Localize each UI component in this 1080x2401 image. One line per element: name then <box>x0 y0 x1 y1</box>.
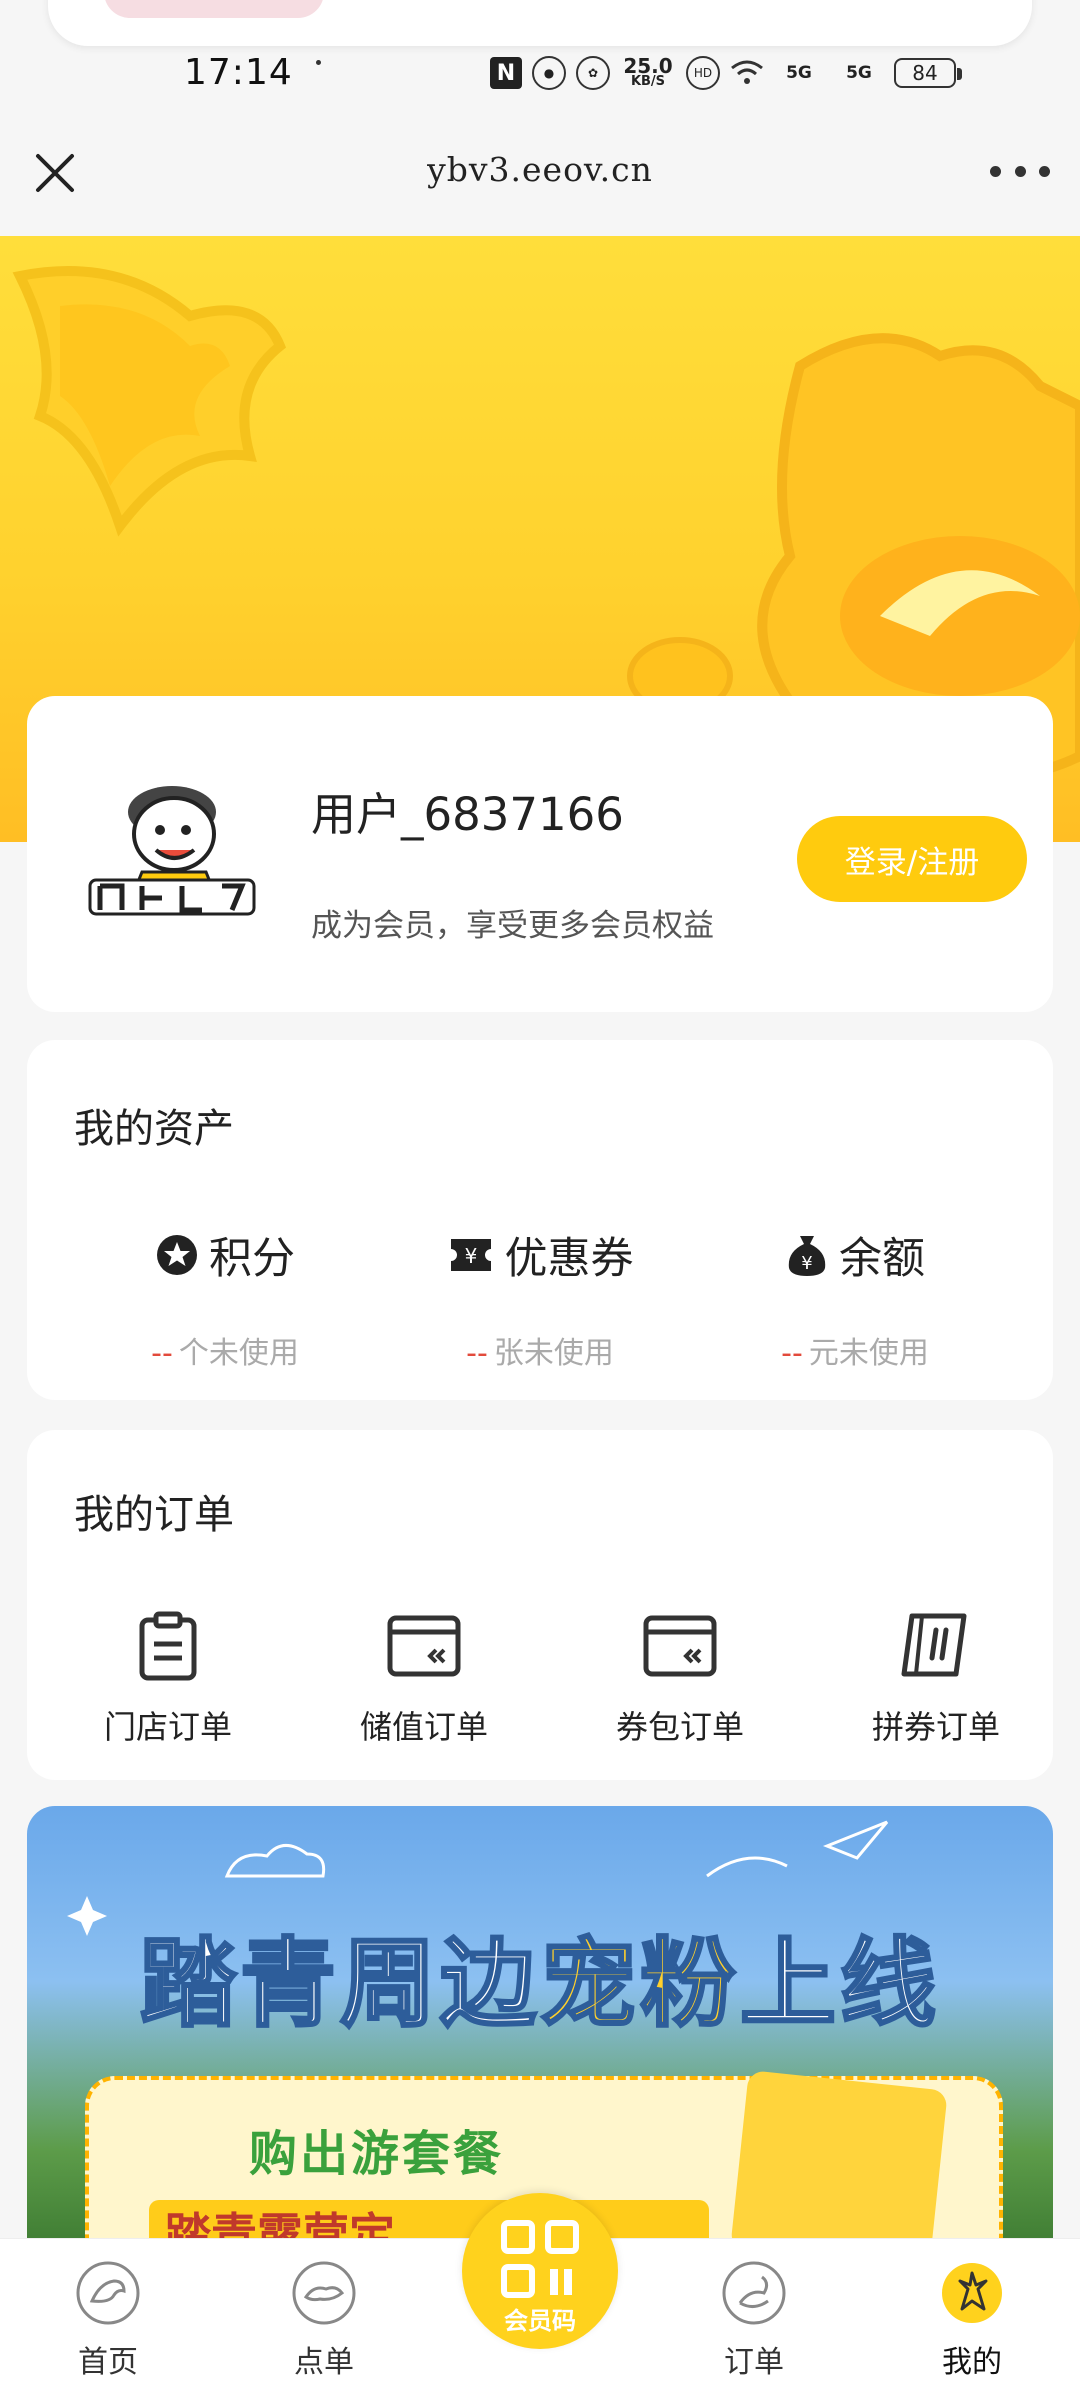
notification-pill <box>104 0 324 18</box>
bottom-tab-bar: 首页 点单 会员码 订单 我的 <box>0 2193 1080 2401</box>
profile-card: 用户_6837166 成为会员，享受更多会员权益 登录/注册 <box>27 696 1053 1012</box>
tab-orders-label: 订单 <box>724 2345 784 2380</box>
page-url: ybv3.eeov.cn <box>427 150 653 189</box>
login-register-button[interactable]: 登录/注册 <box>797 816 1027 902</box>
tab-mine-label: 我的 <box>942 2345 1002 2380</box>
promo-title-highlight: 宠粉 <box>539 1927 740 2042</box>
member-code-label: 会员码 <box>504 2307 576 2335</box>
asset-suffix-balance: 元未使用 <box>808 1336 929 1371</box>
tab-home-label: 首页 <box>78 2345 138 2380</box>
asset-suffix-coupons: 张未使用 <box>493 1336 614 1371</box>
speed-value: 25.0 <box>623 54 673 78</box>
asset-value-balance: -- <box>781 1336 803 1371</box>
battery-icon: 84 <box>894 58 962 88</box>
hd-call-icon: HD <box>686 56 720 90</box>
money-bag-icon: ¥ <box>788 1236 826 1276</box>
order-stored-value[interactable]: 储值订单 <box>319 1608 529 1748</box>
orders-card: 我的订单 门店订单 储值订单 券包订单 拼券订单 <box>27 1430 1053 1780</box>
home-icon <box>76 2261 140 2325</box>
mine-icon <box>942 2263 1002 2323</box>
tab-orders[interactable]: 订单 <box>684 2259 824 2381</box>
asset-value-coupons: -- <box>466 1336 488 1371</box>
asset-coupons[interactable]: ¥ 优惠券 -- 张未使用 <box>390 1224 690 1372</box>
notification-edge <box>48 0 1032 46</box>
asset-points[interactable]: 积分 -- 个未使用 <box>75 1224 375 1372</box>
signal-5g-icon-2: 5G <box>846 63 872 83</box>
promo-title: 踏青周边宠粉上线 <box>27 1906 1053 2045</box>
asset-label-coupons: 优惠券 <box>504 1234 634 1284</box>
status-dot <box>316 60 321 65</box>
order-group-coupon[interactable]: 拼券订单 <box>831 1608 1041 1748</box>
member-code-button[interactable]: 会员码 <box>462 2193 618 2349</box>
speed-unit: KB/S <box>630 74 666 89</box>
order-coupon-pack[interactable]: 券包订单 <box>575 1608 785 1748</box>
asset-suffix-points: 个未使用 <box>178 1336 299 1371</box>
app-notification-icon: ● <box>532 56 566 90</box>
svg-text:¥: ¥ <box>464 1244 477 1268</box>
more-menu-icon[interactable] <box>990 156 1050 186</box>
member-tip: 成为会员，享受更多会员权益 <box>311 908 714 944</box>
status-icons: N ● ✿ 25.0 KB/S HD 5G 5G 84 <box>490 52 962 94</box>
settings-notification-icon: ✿ <box>576 56 610 90</box>
network-speed: 25.0 KB/S <box>620 54 676 89</box>
ticket-icon <box>901 1613 967 1677</box>
browser-navbar: ybv3.eeov.cn <box>0 110 1080 236</box>
star-badge-icon <box>157 1235 197 1275</box>
wallet-icon <box>643 1615 717 1677</box>
orders-icon <box>722 2261 786 2325</box>
order-stored-value-label: 储值订单 <box>359 1708 488 1746</box>
tab-order-food-label: 点单 <box>294 2345 354 2380</box>
order-food-icon <box>292 2261 356 2325</box>
order-store[interactable]: 门店订单 <box>63 1608 273 1748</box>
asset-label-balance: 余额 <box>839 1234 925 1284</box>
username: 用户_6837166 <box>311 788 624 841</box>
coupon-icon: ¥ <box>450 1239 491 1271</box>
order-group-coupon-label: 拼券订单 <box>871 1708 1000 1746</box>
assets-card: 我的资产 积分 -- 个未使用 ¥ 优惠券 -- 张未使用 ¥ 余额 -- 元未使用 <box>27 1040 1053 1400</box>
tab-mine[interactable]: 我的 <box>902 2259 1042 2381</box>
zhou-hei-ya-logo-icon <box>88 786 256 916</box>
qr-code-icon <box>501 2220 579 2298</box>
promo-subtitle: 购出游套餐 <box>249 2126 505 2182</box>
status-bar: 17:14 N ● ✿ 25.0 KB/S HD 5G 5G 84 <box>0 46 1080 100</box>
nfc-icon: N <box>490 57 522 89</box>
asset-balance[interactable]: ¥ 余额 -- 元未使用 <box>705 1224 1005 1372</box>
signal-5g-icon: 5G <box>786 63 812 83</box>
clipboard-icon <box>139 1611 197 1681</box>
wifi-icon <box>730 58 764 88</box>
tab-order-food[interactable]: 点单 <box>254 2259 394 2381</box>
promo-bag-image <box>730 2070 948 2246</box>
assets-title: 我的资产 <box>74 1106 234 1152</box>
asset-label-points: 积分 <box>209 1234 295 1284</box>
avatar[interactable] <box>82 772 262 932</box>
asset-value-points: -- <box>151 1336 173 1371</box>
promo-banner[interactable]: 踏青周边宠粉上线 购出游套餐 踏青露营定 <box>27 1806 1053 2246</box>
status-time: 17:14 <box>184 52 293 93</box>
tab-home[interactable]: 首页 <box>38 2259 178 2381</box>
orders-title: 我的订单 <box>74 1492 234 1538</box>
promo-title-a: 踏青周边 <box>139 1927 540 2042</box>
order-coupon-pack-label: 券包订单 <box>615 1708 744 1746</box>
card-icon <box>387 1615 461 1677</box>
svg-text:¥: ¥ <box>801 1253 812 1274</box>
promo-title-b: 上线 <box>739 1927 940 2042</box>
order-store-label: 门店订单 <box>103 1708 232 1746</box>
